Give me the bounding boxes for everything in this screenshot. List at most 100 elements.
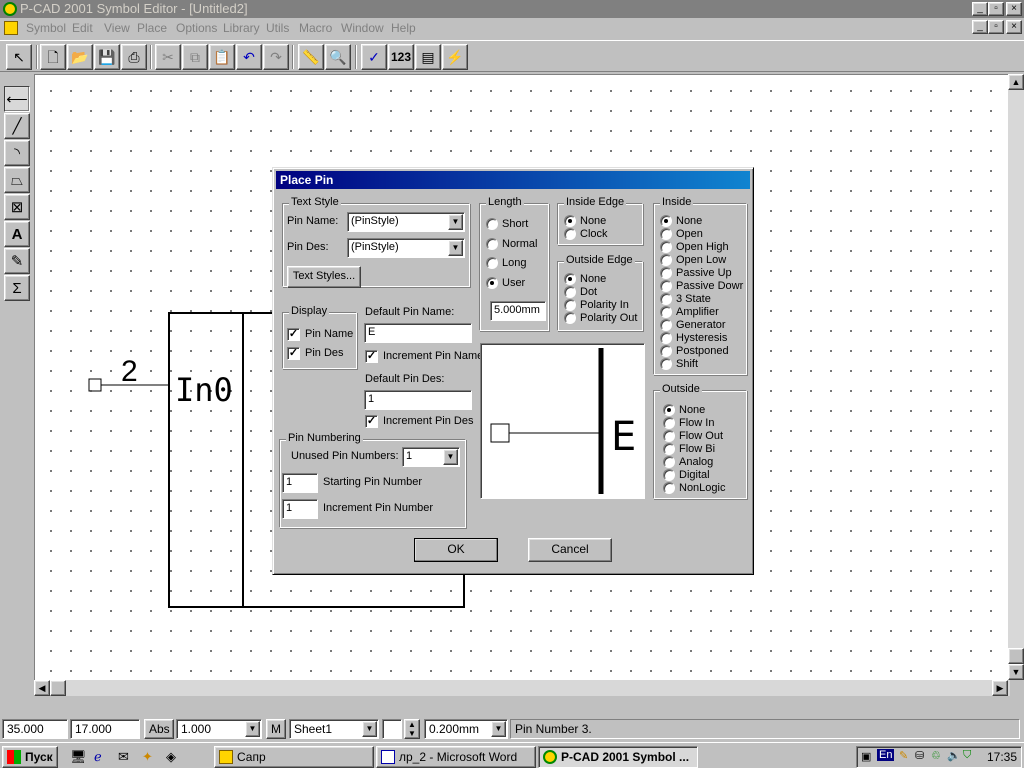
- display-pin-des-checkbox[interactable]: ✓: [287, 347, 300, 360]
- sheet-combo[interactable]: Sheet1 ▼: [289, 719, 379, 739]
- abs-button[interactable]: Abs: [144, 719, 174, 739]
- paste-icon[interactable]: 📋: [209, 44, 235, 70]
- inside-open-radio[interactable]: [660, 228, 672, 240]
- task-word[interactable]: лр_2 - Microsoft Word: [376, 746, 536, 768]
- inside-postponed-radio[interactable]: [660, 345, 672, 357]
- quicklaunch-net-icon[interactable]: ◈: [166, 749, 176, 765]
- tray-speaker-icon[interactable]: 🔈: [947, 749, 961, 762]
- doc-icon[interactable]: [4, 21, 18, 35]
- outside-edge-polarity-in-radio[interactable]: [564, 299, 576, 311]
- ruler-icon[interactable]: 📏: [298, 44, 324, 70]
- inside-open-high-radio[interactable]: [660, 241, 672, 253]
- tray-language[interactable]: En: [877, 749, 895, 761]
- menu-macro[interactable]: Macro: [299, 21, 332, 35]
- doc-minimize-button[interactable]: _: [972, 20, 988, 34]
- app-icon[interactable]: [3, 2, 17, 16]
- scroll-left-button[interactable]: ◀: [34, 680, 50, 696]
- select-arrow-icon[interactable]: ↖: [6, 44, 32, 70]
- scroll-up-button[interactable]: ▲: [1008, 74, 1024, 90]
- scroll-right-button[interactable]: ▶: [992, 680, 1008, 696]
- outside-edge-dot-radio[interactable]: [564, 286, 576, 298]
- inside-passive-up-radio[interactable]: [660, 267, 672, 279]
- starting-pin-number-input[interactable]: 1: [282, 473, 318, 493]
- tray-tool-icon[interactable]: ✎: [899, 749, 908, 762]
- grid-combo[interactable]: 1.000 ▼: [176, 719, 262, 739]
- menu-help[interactable]: Help: [391, 21, 416, 35]
- place-text-icon[interactable]: A: [4, 221, 30, 247]
- tray-network-icon[interactable]: ⛁: [915, 749, 924, 762]
- length-normal-radio[interactable]: [486, 238, 498, 250]
- menu-view[interactable]: View: [104, 21, 130, 35]
- length-user-input[interactable]: 5.000mm: [490, 301, 546, 321]
- menu-edit[interactable]: Edit: [72, 21, 93, 35]
- layer-spinner[interactable]: ▲ ▼: [404, 719, 420, 739]
- increment-pin-name-checkbox[interactable]: ✓: [365, 350, 378, 363]
- quicklaunch-desktop-icon[interactable]: 🖥: [70, 749, 87, 765]
- m-button[interactable]: M: [266, 719, 286, 739]
- inside-passive-down-radio[interactable]: [660, 280, 672, 292]
- properties-icon[interactable]: ▤: [415, 44, 441, 70]
- hscroll-thumb[interactable]: [50, 680, 66, 696]
- default-pin-des-input[interactable]: 1: [364, 390, 472, 410]
- inside-open-low-radio[interactable]: [660, 254, 672, 266]
- length-long-radio[interactable]: [486, 257, 498, 269]
- menu-options[interactable]: Options: [176, 21, 217, 35]
- start-button[interactable]: Пуск: [2, 746, 58, 768]
- restore-button[interactable]: ▫: [988, 2, 1004, 16]
- scroll-thumb[interactable]: [1008, 648, 1024, 664]
- y-coordinate-field[interactable]: 17.000: [70, 719, 140, 739]
- increment-pin-des-checkbox[interactable]: ✓: [365, 415, 378, 428]
- quicklaunch-outlook-icon[interactable]: ✉: [118, 749, 129, 765]
- menu-window[interactable]: Window: [341, 21, 384, 35]
- tray-recycle-icon[interactable]: ♲: [931, 749, 941, 762]
- undo-icon[interactable]: ↶: [236, 44, 262, 70]
- place-attribute-icon[interactable]: ✎: [4, 248, 30, 274]
- outside-edge-none-radio[interactable]: [564, 273, 576, 285]
- tray-monitor-icon[interactable]: ▣: [861, 750, 871, 763]
- task-pcad[interactable]: P-CAD 2001 Symbol ...: [538, 746, 698, 768]
- menu-library[interactable]: Library: [223, 21, 260, 35]
- inside-edge-none-radio[interactable]: [564, 215, 576, 227]
- doc-close-button[interactable]: ×: [1006, 20, 1022, 34]
- horizontal-scrollbar[interactable]: ◀ ▶: [34, 680, 1010, 696]
- outside-none-radio[interactable]: [663, 404, 675, 416]
- length-user-radio[interactable]: [486, 277, 498, 289]
- menu-utils[interactable]: Utils: [266, 21, 289, 35]
- minimize-button[interactable]: _: [972, 2, 988, 16]
- outside-flow-in-radio[interactable]: [663, 417, 675, 429]
- tray-antivirus-icon[interactable]: ⛉: [963, 749, 971, 762]
- text-styles-button[interactable]: Text Styles...: [287, 266, 361, 288]
- line-width-combo[interactable]: 0.200mm ▼: [424, 719, 508, 739]
- cut-icon[interactable]: ✂: [155, 44, 181, 70]
- numbering-button[interactable]: 123: [388, 44, 414, 70]
- scroll-down-button[interactable]: ▼: [1008, 664, 1024, 680]
- outside-nonlogic-radio[interactable]: [663, 482, 675, 494]
- redo-icon[interactable]: ↷: [263, 44, 289, 70]
- outside-digital-radio[interactable]: [663, 469, 675, 481]
- task-sapr[interactable]: Сапр: [214, 746, 374, 768]
- layer-color-box[interactable]: [382, 719, 402, 739]
- menu-symbol[interactable]: Symbol: [26, 21, 66, 35]
- cancel-button[interactable]: Cancel: [528, 538, 612, 562]
- save-disk-icon[interactable]: 💾: [94, 44, 120, 70]
- outside-flow-out-radio[interactable]: [663, 430, 675, 442]
- place-pin-icon[interactable]: ⟵: [4, 86, 30, 112]
- new-file-icon[interactable]: 🗋: [40, 44, 66, 70]
- place-line-icon[interactable]: ╱: [4, 113, 30, 139]
- unused-pin-numbers-combo[interactable]: 1 ▼: [402, 447, 460, 467]
- place-sum-icon[interactable]: Σ: [4, 275, 30, 301]
- inside-none-radio[interactable]: [660, 215, 672, 227]
- place-arc-icon[interactable]: ◝: [4, 140, 30, 166]
- pin-name-style-combo[interactable]: (PinStyle) ▼: [347, 212, 465, 232]
- doc-restore-button[interactable]: ▫: [988, 20, 1004, 34]
- outside-edge-polarity-out-radio[interactable]: [564, 312, 576, 324]
- open-folder-icon[interactable]: 📂: [67, 44, 93, 70]
- x-coordinate-field[interactable]: 35.000: [2, 719, 68, 739]
- inside-hysteresis-radio[interactable]: [660, 332, 672, 344]
- ok-button[interactable]: OK: [414, 538, 498, 562]
- inside-3state-radio[interactable]: [660, 293, 672, 305]
- inside-shift-radio[interactable]: [660, 358, 672, 370]
- outside-flow-bi-radio[interactable]: [663, 443, 675, 455]
- place-polygon-icon[interactable]: ⏢: [4, 167, 30, 193]
- place-field-icon[interactable]: ⊠: [4, 194, 30, 220]
